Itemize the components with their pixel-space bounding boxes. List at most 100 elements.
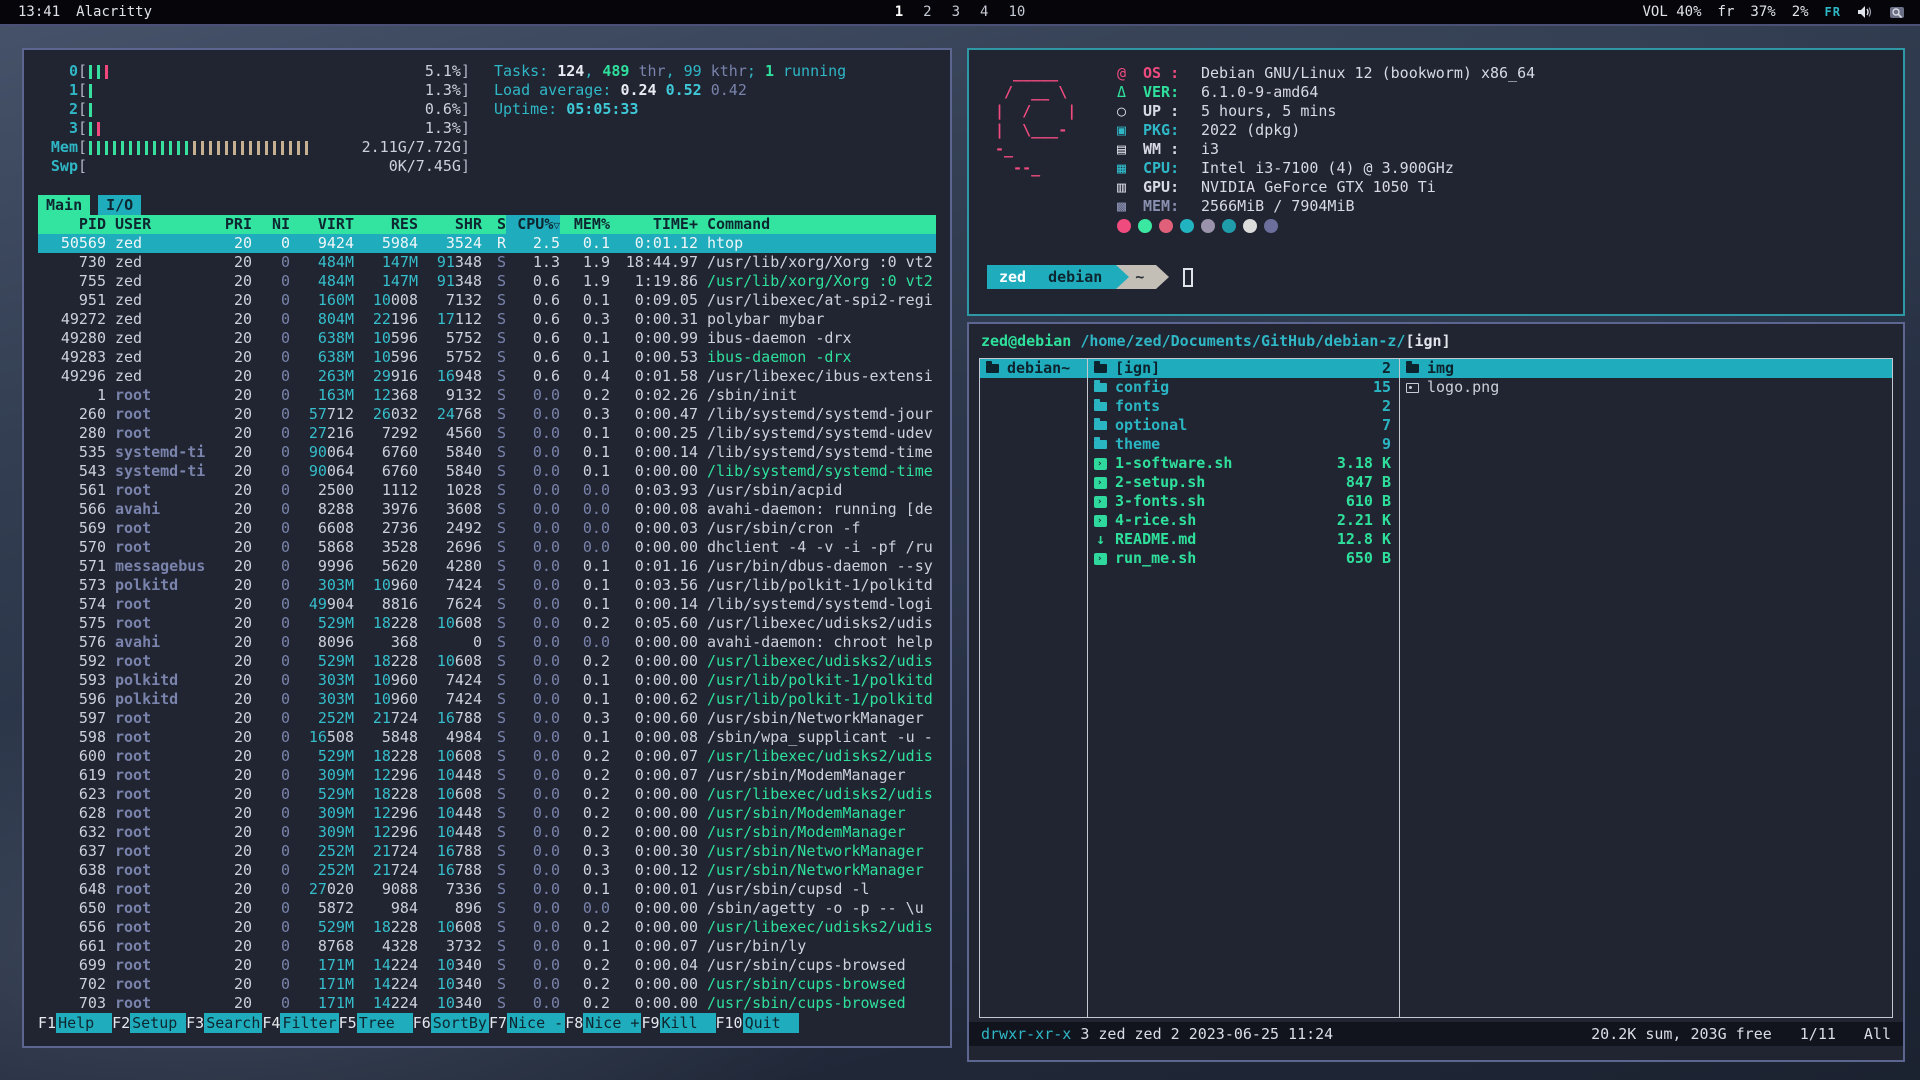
column-header-pri[interactable]: PRI [210,215,252,234]
workspace-3[interactable]: 3 [952,4,960,20]
column-header-virt[interactable]: VIRT [290,215,354,234]
file-row-debian~[interactable]: debian~ [980,359,1087,378]
tab-main[interactable]: Main [38,195,90,215]
process-row[interactable]: 566avahi200828839763608S0.00.00:00.08ava… [38,500,936,519]
process-row[interactable]: 575root200529M1822810608S0.00.20:05.60/u… [38,614,936,633]
process-row[interactable]: 702root200171M1422410340S0.00.20:00.00/u… [38,975,936,994]
fkey-f4[interactable]: F4 [262,1013,280,1033]
process-row[interactable]: 49283zed200638M105965752S0.60.10:00.53ib… [38,348,936,367]
volume-status[interactable]: VOL 40% [1643,4,1702,20]
process-row[interactable]: 623root200529M1822810608S0.00.20:00.00/u… [38,785,936,804]
keyboard-layout[interactable]: fr [1718,4,1735,20]
file-row-img[interactable]: img [1400,359,1892,378]
process-row[interactable]: 598root2001650858484984S0.00.10:00.08/sb… [38,728,936,747]
file-row-theme[interactable]: theme9 [1088,435,1399,454]
process-table-header[interactable]: PIDUSERPRINIVIRTRESSHRSCPU%▽MEM%TIME+Com… [38,215,936,234]
fkey-f3[interactable]: F3 [186,1013,204,1033]
file-row-run_me.sh[interactable]: run_me.sh650 B [1088,549,1399,568]
process-row[interactable]: 260root200577122603224768S0.00.30:00.47/… [38,405,936,424]
column-header-pid[interactable]: PID [38,215,106,234]
file-row-config[interactable]: config15 [1088,378,1399,397]
fkey-label-setup[interactable]: Setup [130,1013,186,1033]
process-row[interactable]: 638root200252M2172416788S0.00.30:00.12/u… [38,861,936,880]
workspace-4[interactable]: 4 [980,4,988,20]
lang-indicator[interactable]: FR [1825,5,1841,19]
process-row[interactable]: 661root200876843283732S0.00.10:00.07/usr… [38,937,936,956]
fkey-label-quit[interactable]: Quit [743,1013,799,1033]
file-row-readme.md[interactable]: ↓README.md12.8 K [1088,530,1399,549]
process-row[interactable]: 632root200309M1229610448S0.00.20:00.00/u… [38,823,936,842]
shell-prompt[interactable]: zeddebian ~ [987,265,1885,289]
process-row[interactable]: 628root200309M1229610448S0.00.20:00.00/u… [38,804,936,823]
process-row[interactable]: 699root200171M1422410340S0.00.20:00.04/u… [38,956,936,975]
fkey-label-sortby[interactable]: SortBy [431,1013,489,1033]
process-row[interactable]: 596polkitd200303M109607424S0.00.10:00.62… [38,690,936,709]
fkey-label-search[interactable]: Search [204,1013,262,1033]
fkey-f5[interactable]: F5 [339,1013,357,1033]
process-row[interactable]: 600root200529M1822810608S0.00.20:00.07/u… [38,747,936,766]
process-row[interactable]: 280root2002721672924560S0.00.10:00.25/li… [38,424,936,443]
process-row[interactable]: 569root200660827362492S0.00.00:00.03/usr… [38,519,936,538]
process-row[interactable]: 574root2004990488167624S0.00.10:00.14/li… [38,595,936,614]
process-row[interactable]: 49296zed200263M2991616948S0.60.40:01.58/… [38,367,936,386]
column-header-cpu[interactable]: CPU%▽ [506,215,560,234]
workspace-10[interactable]: 10 [1008,4,1025,20]
process-row[interactable]: 592root200529M1822810608S0.00.20:00.00/u… [38,652,936,671]
process-row[interactable]: 637root200252M2172416788S0.00.30:00.30/u… [38,842,936,861]
process-row[interactable]: 543systemd-ti2009006467605840S0.00.10:00… [38,462,936,481]
process-row[interactable]: 650root2005872984896S0.00.00:00.00/sbin/… [38,899,936,918]
fkey-f10[interactable]: F10 [716,1013,743,1033]
process-row[interactable]: 576avahi20080963680S0.00.00:00.00avahi-d… [38,633,936,652]
process-row[interactable]: 571messagebus200999656204280S0.00.10:01.… [38,557,936,576]
process-row[interactable]: 951zed200160M100087132S0.60.10:09.05/usr… [38,291,936,310]
file-row-optional[interactable]: optional7 [1088,416,1399,435]
fkey-label-kill[interactable]: Kill [660,1013,716,1033]
column-header-s[interactable]: S [482,215,506,234]
process-row[interactable]: 619root200309M1229610448S0.00.20:00.07/u… [38,766,936,785]
fkey-label-filter[interactable]: Filter [280,1013,338,1033]
file-row-fonts[interactable]: fonts2 [1088,397,1399,416]
process-row[interactable]: 648root2002702090887336S0.00.10:00.01/us… [38,880,936,899]
process-row[interactable]: 49272zed200804M2219617112S0.60.30:00.31p… [38,310,936,329]
file-row-3-fonts.sh[interactable]: 3-fonts.sh610 B [1088,492,1399,511]
process-row[interactable]: 1root200163M123689132S0.00.20:02.26/sbin… [38,386,936,405]
process-row[interactable]: 755zed200484M147M91348S0.61.91:19.86/usr… [38,272,936,291]
fkey-f1[interactable]: F1 [38,1013,56,1033]
column-header-shr[interactable]: SHR [418,215,482,234]
column-header-command[interactable]: Command [698,215,936,234]
file-row-ign[interactable]: [ign]2 [1088,359,1399,378]
fkey-label-help[interactable]: Help [56,1013,112,1033]
file-row-2-setup.sh[interactable]: 2-setup.sh847 B [1088,473,1399,492]
process-row[interactable]: 593polkitd200303M109607424S0.00.10:00.00… [38,671,936,690]
screenshot-tool-icon[interactable] [1889,5,1906,20]
column-header-time[interactable]: TIME+ [610,215,698,234]
process-row[interactable]: 656root200529M1822810608S0.00.20:00.00/u… [38,918,936,937]
process-row[interactable]: 49280zed200638M105965752S0.60.10:00.99ib… [38,329,936,348]
process-row[interactable]: 50569zed200942459843524R2.50.10:01.12hto… [38,234,936,253]
file-row-1-software.sh[interactable]: 1-software.sh3.18 K [1088,454,1399,473]
column-header-mem[interactable]: MEM% [560,215,610,234]
file-row-logo.png[interactable]: logo.png [1400,378,1892,397]
column-header-res[interactable]: RES [354,215,418,234]
workspace-1[interactable]: 1 [895,4,903,20]
fkey-f2[interactable]: F2 [112,1013,130,1033]
process-row[interactable]: 570root200586835282696S0.00.00:00.00dhcl… [38,538,936,557]
speaker-icon[interactable] [1857,5,1873,19]
process-row[interactable]: 703root200171M1422410340S0.00.20:00.00/u… [38,994,936,1013]
column-header-user[interactable]: USER [106,215,210,234]
fkey-f9[interactable]: F9 [641,1013,659,1033]
fkey-label-nice[interactable]: Nice + [583,1013,641,1033]
process-row[interactable]: 597root200252M2172416788S0.00.30:00.60/u… [38,709,936,728]
column-header-ni[interactable]: NI [252,215,290,234]
fkey-label-nice[interactable]: Nice - [507,1013,565,1033]
process-row[interactable]: 561root200250011121028S0.00.00:03.93/usr… [38,481,936,500]
fkey-f7[interactable]: F7 [489,1013,507,1033]
fkey-f6[interactable]: F6 [413,1013,431,1033]
workspace-2[interactable]: 2 [923,4,931,20]
process-row[interactable]: 730zed200484M147M91348S1.31.918:44.97/us… [38,253,936,272]
fkey-label-tree[interactable]: Tree [357,1013,413,1033]
fkey-f8[interactable]: F8 [565,1013,583,1033]
file-row-4-rice.sh[interactable]: 4-rice.sh2.21 K [1088,511,1399,530]
tab-io[interactable]: I/O [98,195,141,215]
process-row[interactable]: 535systemd-ti2009006467605840S0.00.10:00… [38,443,936,462]
